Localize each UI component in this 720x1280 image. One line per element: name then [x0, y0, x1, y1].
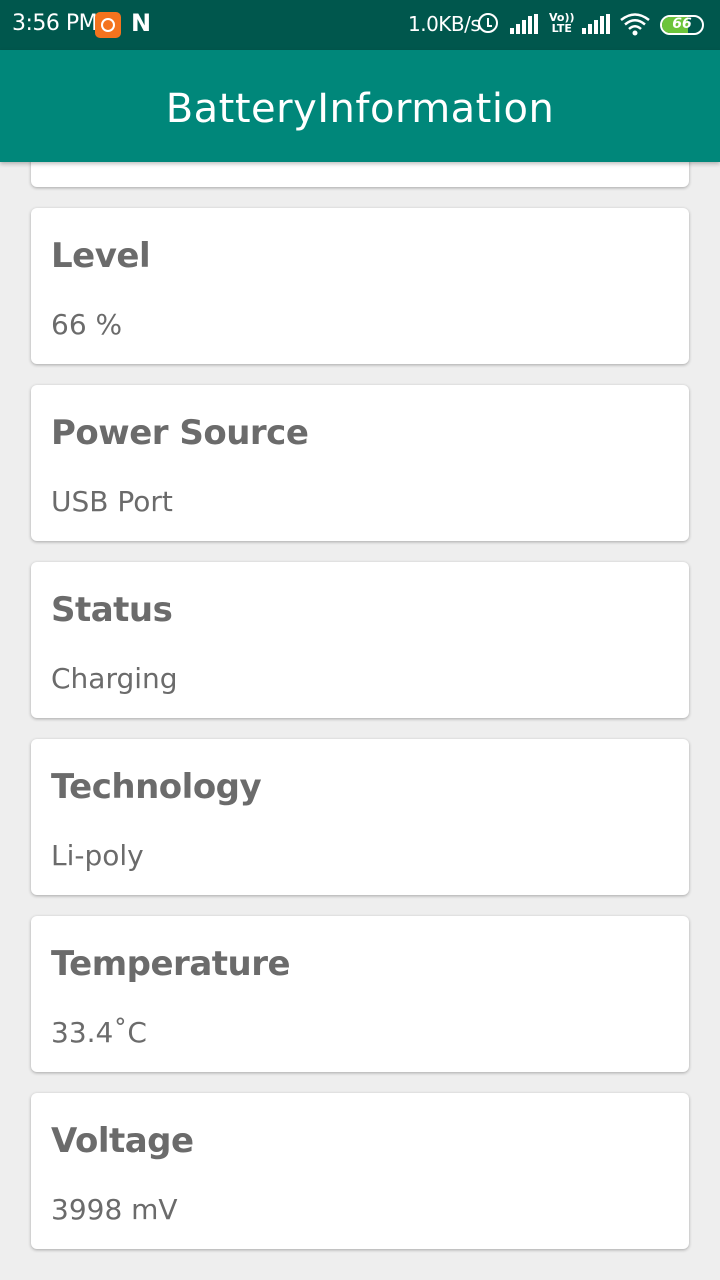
info-card-partial: [31, 162, 689, 187]
battery-info-list[interactable]: Level 66 % Power Source USB Port Status …: [0, 162, 720, 1280]
card-value: USB Port: [51, 485, 173, 518]
card-title: Technology: [51, 767, 262, 807]
app-notification-icon: [95, 12, 121, 38]
battery-percent: 66: [672, 16, 692, 32]
n-icon: N: [131, 9, 152, 37]
network-speed: 1.0KB/s: [408, 12, 481, 36]
signal-icon: [510, 14, 540, 34]
card-title: Voltage: [51, 1121, 194, 1161]
status-bar: 3:56 PM N 1.0KB/s Vo)) LTE 66: [0, 0, 720, 50]
battery-icon: 66: [660, 15, 704, 35]
card-title: Level: [51, 236, 151, 276]
info-card-voltage: Voltage 3998 mV: [31, 1093, 689, 1249]
card-value: 33.4˚C: [51, 1016, 147, 1049]
app-bar: BatteryInformation: [0, 50, 720, 162]
volte-icon: Vo)) LTE: [549, 11, 575, 35]
info-card-temperature: Temperature 33.4˚C: [31, 916, 689, 1072]
signal-icon: [582, 14, 612, 34]
app-title: BatteryInformation: [165, 86, 555, 132]
alarm-icon: [478, 13, 498, 33]
info-card-power-source: Power Source USB Port: [31, 385, 689, 541]
wifi-icon: [620, 13, 650, 36]
card-value: Charging: [51, 662, 178, 695]
card-title: Status: [51, 590, 173, 630]
status-time: 3:56 PM: [12, 11, 98, 36]
info-card-technology: Technology Li-poly: [31, 739, 689, 895]
card-value: 66 %: [51, 308, 123, 341]
card-value: 3998 mV: [51, 1193, 178, 1226]
card-value: Li-poly: [51, 839, 144, 872]
card-title: Power Source: [51, 413, 309, 453]
info-card-status: Status Charging: [31, 562, 689, 718]
card-title: Temperature: [51, 944, 291, 984]
info-card-level: Level 66 %: [31, 208, 689, 364]
